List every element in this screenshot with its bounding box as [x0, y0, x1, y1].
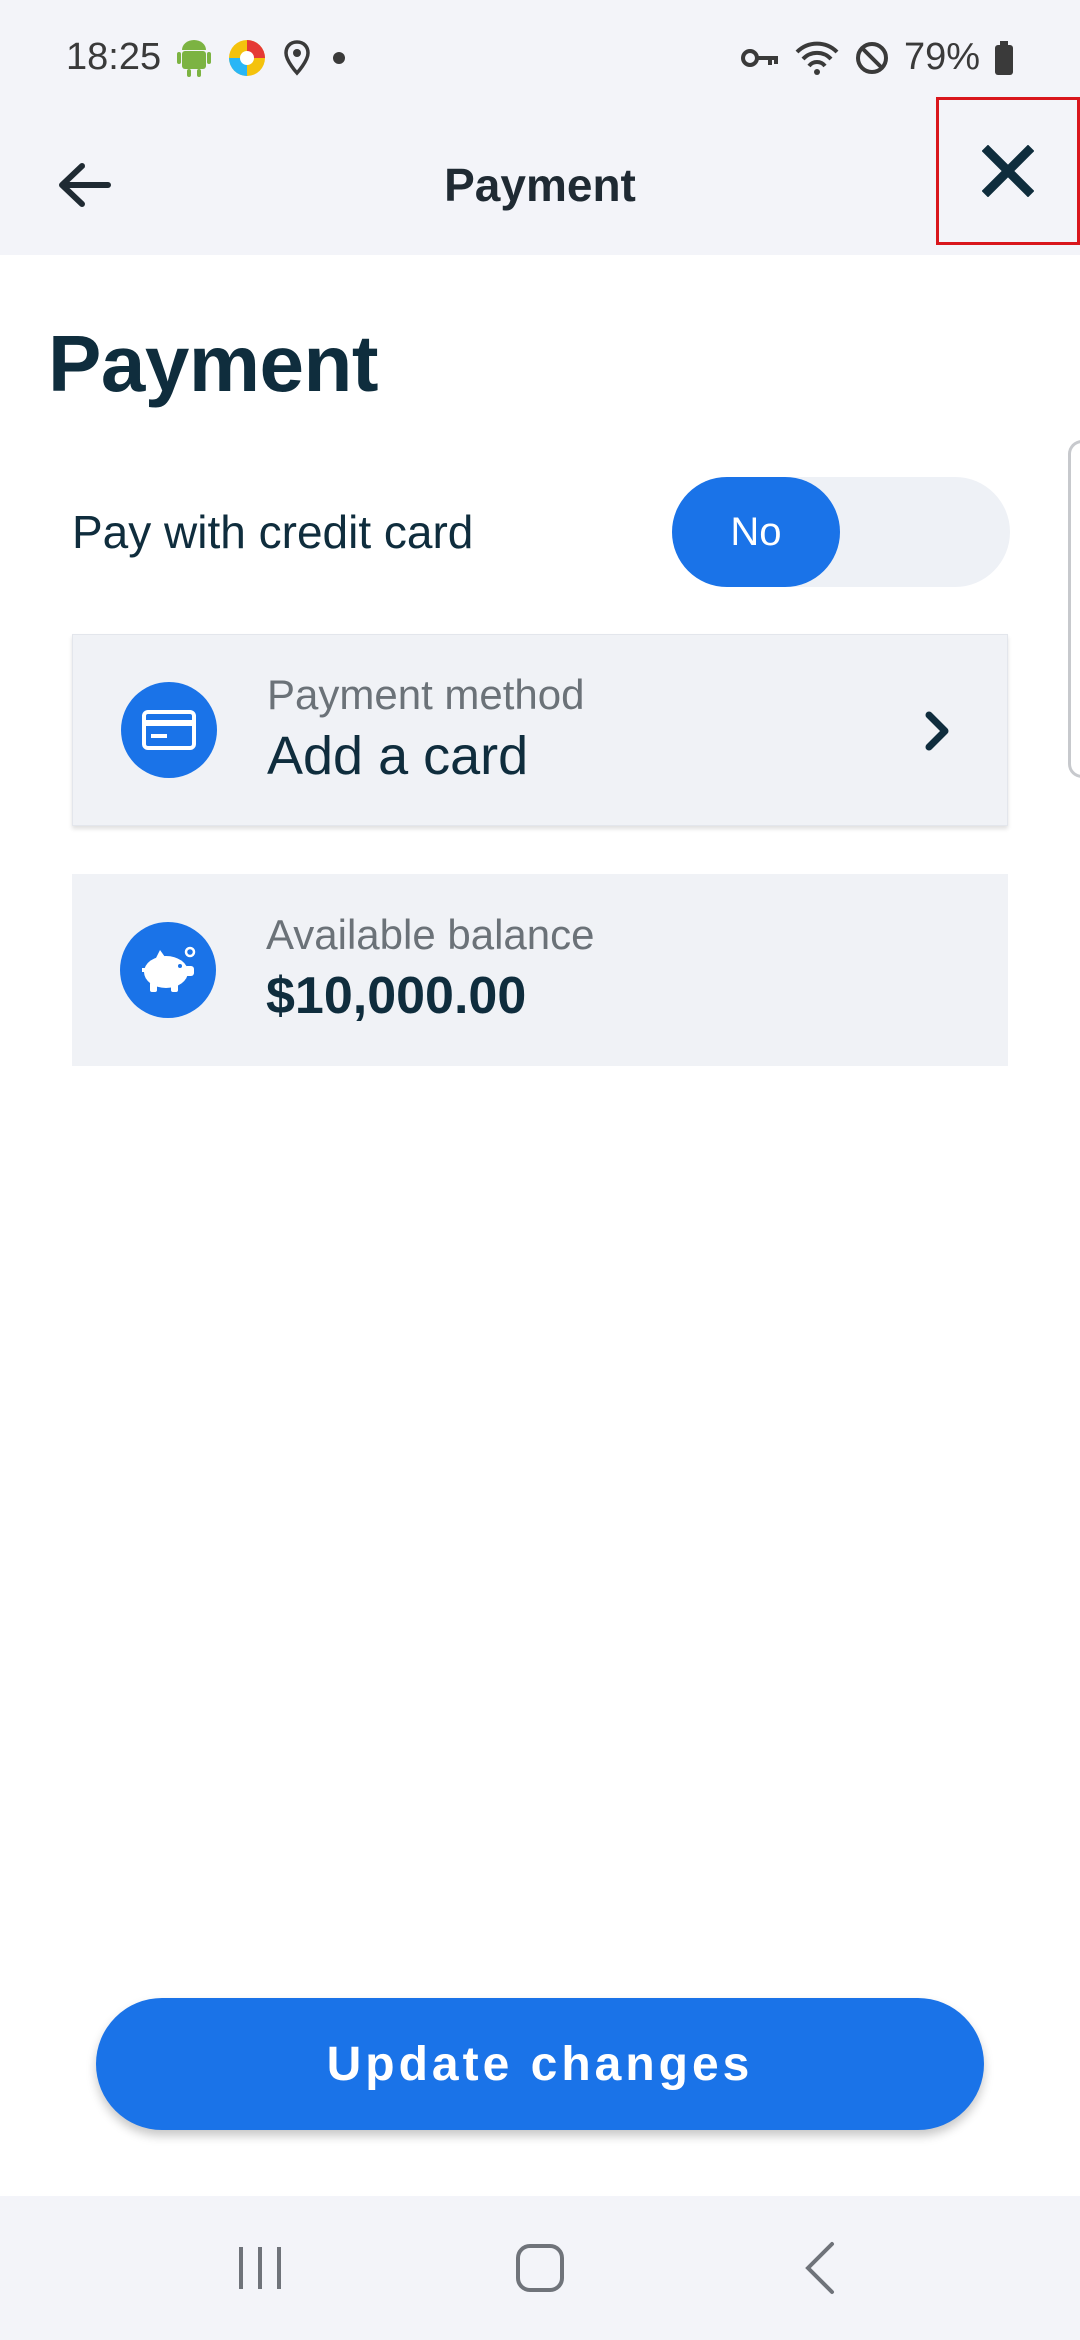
close-button[interactable]: [936, 97, 1080, 245]
piggy-bank-icon: [120, 922, 216, 1018]
close-icon: [982, 145, 1034, 197]
status-bar: 18:25 79%: [0, 0, 1080, 115]
payment-method-caption: Payment method: [267, 671, 585, 718]
battery-icon: [994, 40, 1014, 75]
available-balance-value: $10,000.00: [266, 967, 527, 1025]
app-bar: Payment: [0, 97, 1080, 255]
payment-method-card[interactable]: Payment method Add a card: [72, 634, 1008, 826]
colorful-app-icon: [227, 38, 267, 78]
available-balance-card: Available balance $10,000.00: [72, 874, 1008, 1066]
vpn-key-icon: [740, 46, 780, 70]
system-back-button[interactable]: [760, 2218, 880, 2318]
edge-panel-handle[interactable]: [1068, 440, 1080, 778]
wifi-icon: [794, 40, 840, 76]
update-changes-button[interactable]: Update changes: [96, 1998, 984, 2130]
location-icon: [283, 39, 311, 76]
payment-method-value: Add a card: [267, 726, 529, 786]
toggle-knob: No: [672, 477, 840, 587]
credit-card-icon: [121, 682, 217, 778]
credit-card-toggle[interactable]: No: [672, 477, 1010, 587]
home-icon: [516, 2244, 564, 2292]
navigation-bar: [0, 2196, 1080, 2340]
toggle-label: Pay with credit card: [72, 506, 474, 558]
recent-apps-button[interactable]: [200, 2218, 320, 2318]
dot-icon: [327, 46, 351, 70]
page-heading: Payment: [48, 319, 378, 408]
toggle-value: No: [730, 509, 782, 554]
chevron-left-icon: [805, 2242, 834, 2294]
payment-method-text: Payment method Add a card: [267, 669, 585, 791]
status-time: 18:25: [66, 36, 162, 78]
back-button[interactable]: [40, 141, 128, 229]
chevron-right-icon: [907, 695, 967, 767]
battery-percentage: 79%: [903, 36, 980, 78]
arrow-left-icon: [59, 163, 111, 207]
pay-with-credit-card-row: Pay with credit card No: [72, 476, 1010, 588]
home-button[interactable]: [480, 2218, 600, 2318]
app-bar-title: Payment: [444, 159, 636, 211]
android-icon: [177, 39, 212, 77]
status-right: 79%: [740, 36, 1014, 79]
available-balance-text: Available balance $10,000.00: [266, 909, 594, 1031]
do-not-disturb-icon: [854, 40, 890, 76]
status-left: 18:25: [66, 36, 351, 79]
recent-apps-icon: [239, 2247, 281, 2289]
available-balance-caption: Available balance: [266, 911, 595, 958]
